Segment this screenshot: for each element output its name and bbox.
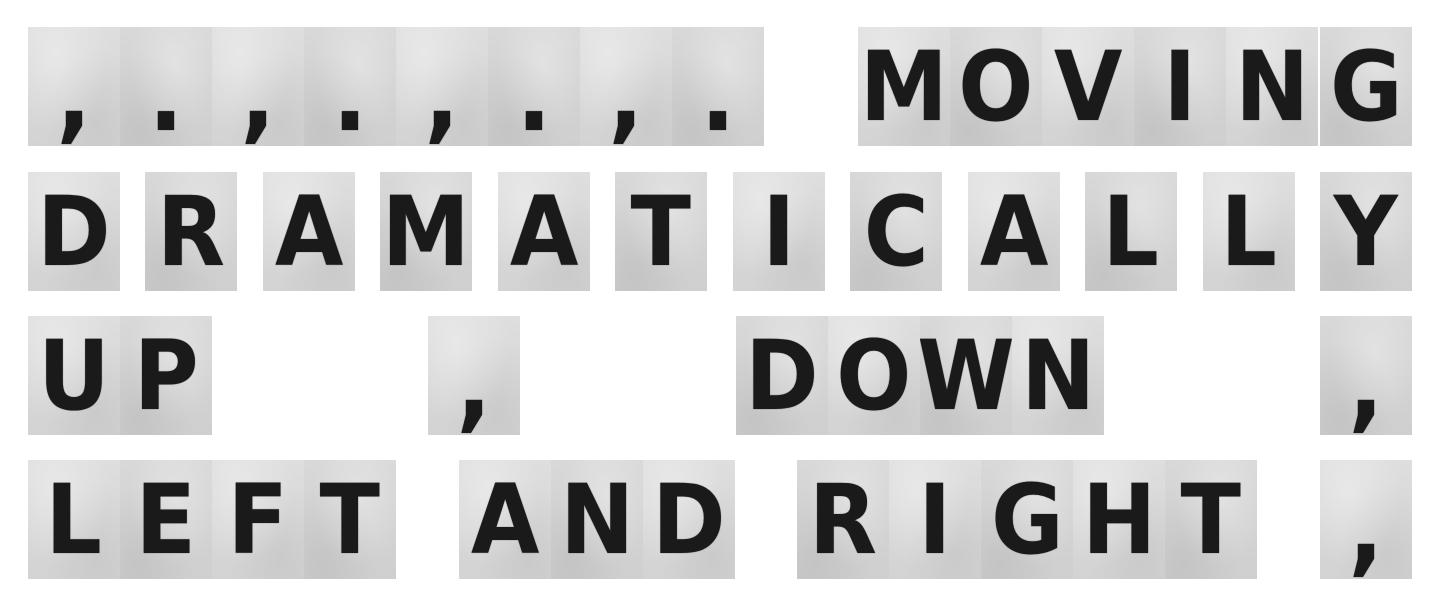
row-1: , . , . , . , . M O V I N G — [28, 27, 1414, 146]
tile-glyph: W — [920, 319, 1012, 432]
tile: . — [488, 27, 580, 146]
tile-glyph: O — [958, 30, 1034, 143]
tile: R — [145, 172, 237, 291]
tile: N — [551, 460, 643, 579]
tile: , — [1320, 316, 1412, 435]
tile-glyph: A — [509, 175, 579, 288]
tile-glyph: , — [56, 36, 92, 146]
tile: . — [672, 27, 764, 146]
tile-glyph: , — [1348, 469, 1384, 579]
tile-glyph: . — [516, 36, 552, 146]
tile-glyph: C — [863, 175, 929, 288]
tile: T — [615, 172, 707, 291]
tile: . — [304, 27, 396, 146]
row-3: U P , D O W N , — [28, 316, 1414, 435]
tile: D — [28, 172, 120, 291]
tile-glyph: F — [227, 463, 289, 576]
tile: M — [380, 172, 472, 291]
tile-glyph: A — [274, 175, 344, 288]
tile: L — [1085, 172, 1177, 291]
tile-glyph: M — [860, 30, 948, 143]
tile: A — [263, 172, 355, 291]
tile: V — [1042, 27, 1134, 146]
tile: E — [120, 460, 212, 579]
row-2: D R A M A T I C A L L Y — [28, 172, 1414, 291]
tile-glyph: T — [319, 463, 381, 576]
tile-glyph: P — [133, 319, 199, 432]
tile: O — [828, 316, 920, 435]
tile-glyph: N — [1235, 30, 1309, 143]
tile: . — [120, 27, 212, 146]
tile: D — [736, 316, 828, 435]
tile: H — [1073, 460, 1165, 579]
tile-glyph: I — [918, 463, 952, 576]
tile: , — [428, 316, 520, 435]
tile-glyph: D — [37, 175, 111, 288]
tile: O — [950, 27, 1042, 146]
tile: , — [28, 27, 120, 146]
tile-glyph: H — [1082, 463, 1156, 576]
tile-glyph: Y — [1334, 175, 1398, 288]
tile-glyph: . — [148, 36, 184, 146]
tile-glyph: G — [1329, 30, 1403, 143]
tile-glyph: M — [382, 175, 470, 288]
tile-glyph: . — [332, 36, 368, 146]
tile-glyph: L — [1220, 175, 1278, 288]
tile-glyph: R — [808, 463, 877, 576]
letter-tile-board: , . , . , . , . M O V I N G D R A M A T … — [0, 0, 1440, 607]
tile: R — [797, 460, 889, 579]
tile: A — [498, 172, 590, 291]
tile-glyph: N — [560, 463, 634, 576]
tile: M — [858, 27, 950, 146]
tile-glyph: L — [45, 463, 103, 576]
tile: P — [120, 316, 212, 435]
tile-glyph: D — [652, 463, 726, 576]
tile: G — [1320, 27, 1412, 146]
tile-glyph: I — [1163, 30, 1197, 143]
tile: T — [1165, 460, 1257, 579]
tile: L — [1203, 172, 1295, 291]
tile-glyph: , — [240, 36, 276, 146]
tile: I — [1134, 27, 1226, 146]
tile: G — [981, 460, 1073, 579]
tile-glyph: V — [1053, 30, 1123, 143]
tile-glyph: T — [630, 175, 692, 288]
tile-glyph: N — [1021, 319, 1095, 432]
tile-glyph: U — [38, 319, 110, 432]
tile: A — [459, 460, 551, 579]
tile-glyph: E — [135, 463, 197, 576]
tile: , — [580, 27, 672, 146]
tile: , — [396, 27, 488, 146]
tile: D — [643, 460, 735, 579]
tile: , — [212, 27, 304, 146]
tile-glyph: A — [470, 463, 540, 576]
tile: F — [212, 460, 304, 579]
tile: W — [920, 316, 1012, 435]
tile: N — [1012, 316, 1104, 435]
tile-glyph: L — [1102, 175, 1160, 288]
tile-glyph: . — [700, 36, 736, 146]
tile-glyph: I — [762, 175, 796, 288]
tile-glyph: T — [1180, 463, 1242, 576]
tile-glyph: O — [836, 319, 912, 432]
tile-glyph: , — [608, 36, 644, 146]
tile-glyph: R — [156, 175, 225, 288]
tile: C — [850, 172, 942, 291]
tile-glyph: A — [979, 175, 1049, 288]
tile: T — [304, 460, 396, 579]
tile: I — [889, 460, 981, 579]
tile-glyph: , — [1348, 325, 1384, 435]
tile: L — [28, 460, 120, 579]
tile-glyph: , — [424, 36, 460, 146]
tile-glyph: G — [990, 463, 1064, 576]
tile: A — [968, 172, 1060, 291]
tile: I — [733, 172, 825, 291]
tile-glyph: D — [745, 319, 819, 432]
tile-glyph: , — [456, 325, 492, 435]
tile: N — [1226, 27, 1318, 146]
tile: , — [1320, 460, 1412, 579]
tile: Y — [1320, 172, 1412, 291]
tile: U — [28, 316, 120, 435]
row-4: L E F T A N D R I G H T , — [28, 460, 1414, 579]
